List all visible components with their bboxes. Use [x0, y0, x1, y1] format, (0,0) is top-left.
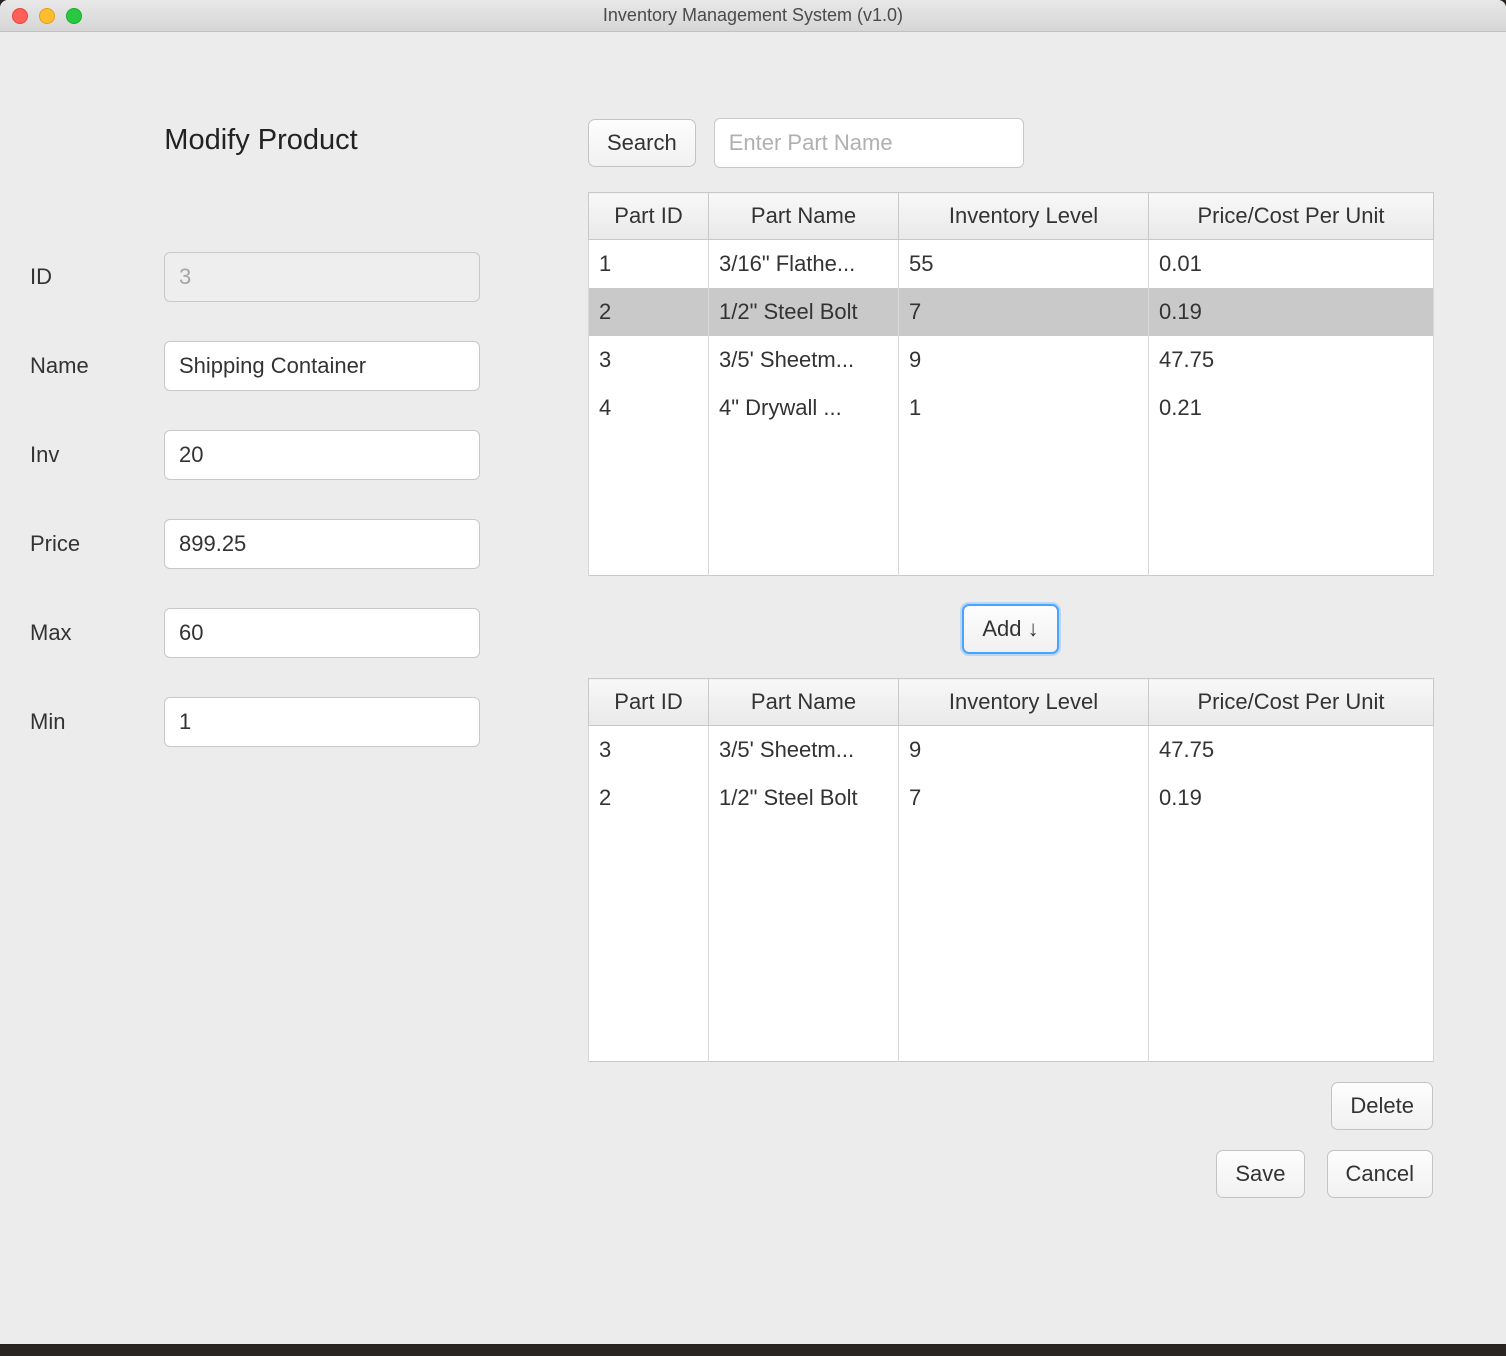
cell-name: 3/16" Flathe...	[709, 240, 899, 288]
cell-price: 47.75	[1149, 726, 1434, 774]
cell-price: 0.21	[1149, 384, 1434, 432]
cell-inv: 1	[899, 384, 1149, 432]
id-field	[164, 252, 480, 302]
table-row[interactable]: 13/16" Flathe...550.01	[589, 240, 1434, 288]
save-button[interactable]: Save	[1216, 1150, 1304, 1198]
app-window: Inventory Management System (v1.0) Modif…	[0, 0, 1506, 1344]
traffic-lights	[12, 8, 82, 24]
add-button[interactable]: Add ↓	[962, 604, 1058, 654]
min-label: Min	[30, 709, 164, 735]
name-label: Name	[30, 353, 164, 379]
cell-inv: 9	[899, 726, 1149, 774]
table-row[interactable]	[589, 870, 1434, 918]
table-row[interactable]	[589, 480, 1434, 528]
table-row[interactable]	[589, 1014, 1434, 1062]
parts-table[interactable]: Part ID Part Name Inventory Level Price/…	[588, 192, 1434, 576]
col-inventory-level[interactable]: Inventory Level	[899, 679, 1149, 726]
cell-name: 3/5' Sheetm...	[709, 726, 899, 774]
inv-field[interactable]	[164, 430, 480, 480]
cell-name: 1/2" Steel Bolt	[709, 288, 899, 336]
associated-parts-table[interactable]: Part ID Part Name Inventory Level Price/…	[588, 678, 1434, 1062]
table-row[interactable]	[589, 432, 1434, 480]
cell-id: 3	[589, 336, 709, 384]
titlebar: Inventory Management System (v1.0)	[0, 0, 1506, 32]
cell-id: 2	[589, 288, 709, 336]
cancel-button[interactable]: Cancel	[1327, 1150, 1433, 1198]
col-price-per-unit[interactable]: Price/Cost Per Unit	[1149, 193, 1434, 240]
cell-price: 0.19	[1149, 774, 1434, 822]
delete-button[interactable]: Delete	[1331, 1082, 1433, 1130]
table-row[interactable]: 33/5' Sheetm...947.75	[589, 726, 1434, 774]
price-label: Price	[30, 531, 164, 557]
cell-id: 1	[589, 240, 709, 288]
cell-price: 47.75	[1149, 336, 1434, 384]
cell-name: 3/5' Sheetm...	[709, 336, 899, 384]
table-row[interactable]	[589, 822, 1434, 870]
table-row[interactable]	[589, 528, 1434, 576]
table-row[interactable]: 44" Drywall ...10.21	[589, 384, 1434, 432]
inv-label: Inv	[30, 442, 164, 468]
min-field[interactable]	[164, 697, 480, 747]
cell-id: 2	[589, 774, 709, 822]
cell-name: 4" Drywall ...	[709, 384, 899, 432]
table-row[interactable]: 21/2" Steel Bolt70.19	[589, 288, 1434, 336]
max-label: Max	[30, 620, 164, 646]
close-icon[interactable]	[12, 8, 28, 24]
cell-inv: 9	[899, 336, 1149, 384]
table-row[interactable]	[589, 918, 1434, 966]
table-row[interactable]	[589, 966, 1434, 1014]
max-field[interactable]	[164, 608, 480, 658]
product-form: ID Name Inv Price Max	[30, 252, 492, 786]
col-inventory-level[interactable]: Inventory Level	[899, 193, 1149, 240]
table-row[interactable]: 33/5' Sheetm...947.75	[589, 336, 1434, 384]
cell-inv: 55	[899, 240, 1149, 288]
cell-inv: 7	[899, 774, 1149, 822]
col-part-id[interactable]: Part ID	[589, 679, 709, 726]
zoom-icon[interactable]	[66, 8, 82, 24]
minimize-icon[interactable]	[39, 8, 55, 24]
col-price-per-unit[interactable]: Price/Cost Per Unit	[1149, 679, 1434, 726]
cell-price: 0.19	[1149, 288, 1434, 336]
name-field[interactable]	[164, 341, 480, 391]
col-part-name[interactable]: Part Name	[709, 193, 899, 240]
cell-id: 3	[589, 726, 709, 774]
cell-inv: 7	[899, 288, 1149, 336]
table-row[interactable]: 21/2" Steel Bolt70.19	[589, 774, 1434, 822]
search-button[interactable]: Search	[588, 119, 696, 167]
price-field[interactable]	[164, 519, 480, 569]
id-label: ID	[30, 264, 164, 290]
cell-id: 4	[589, 384, 709, 432]
col-part-id[interactable]: Part ID	[589, 193, 709, 240]
window-title: Inventory Management System (v1.0)	[0, 5, 1506, 26]
cell-name: 1/2" Steel Bolt	[709, 774, 899, 822]
page-title: Modify Product	[30, 124, 492, 157]
col-part-name[interactable]: Part Name	[709, 679, 899, 726]
search-input[interactable]	[714, 118, 1024, 168]
cell-price: 0.01	[1149, 240, 1434, 288]
